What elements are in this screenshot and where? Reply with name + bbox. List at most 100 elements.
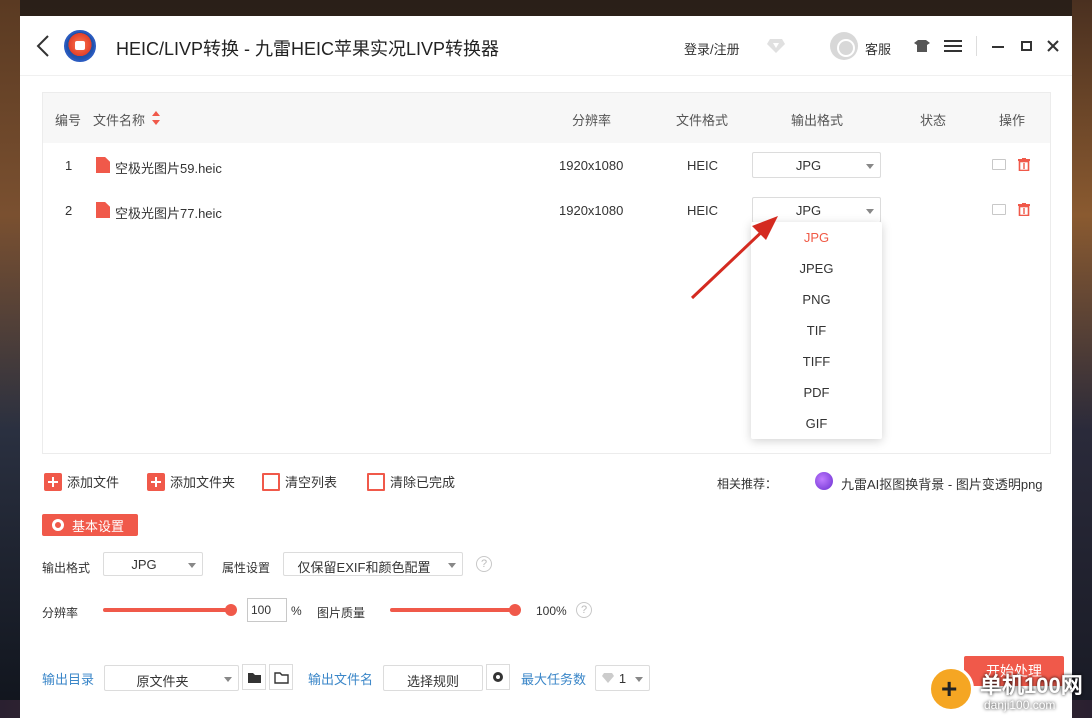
open-output-folder-button[interactable] xyxy=(269,664,293,690)
close-icon[interactable] xyxy=(1046,39,1060,53)
clear-done-button[interactable]: 清除已完成 xyxy=(367,472,455,491)
table-header: 编号 文件名称 分辨率 文件格式 输出格式 状态 操作 xyxy=(43,93,1050,143)
skin-shirt-icon[interactable] xyxy=(914,39,930,53)
customer-service-icon[interactable] xyxy=(830,32,858,60)
minimize-icon[interactable] xyxy=(992,46,1004,48)
select-rule-label: 选择规则 xyxy=(406,674,459,689)
dropdown-option[interactable]: JPEG xyxy=(751,253,882,284)
open-folder-icon[interactable] xyxy=(992,204,1006,215)
quality-slider[interactable] xyxy=(390,604,521,616)
folder-icon xyxy=(248,673,261,683)
chevron-down-icon xyxy=(635,677,643,682)
login-register-link[interactable]: 登录/注册 xyxy=(684,39,740,58)
bottom-bar: 输出目录 原文件夹 输出文件名 选择规则 最大任务数 1 开始处理 xyxy=(20,656,1072,718)
dropdown-option[interactable]: JPG xyxy=(751,222,882,253)
header-actions: 操作 xyxy=(999,113,1026,128)
header-resolution: 分辨率 xyxy=(572,113,612,128)
chevron-down-icon xyxy=(866,164,874,169)
output-dir-label: 输出目录 xyxy=(42,672,95,687)
header-status: 状态 xyxy=(920,113,947,128)
add-folder-icon xyxy=(147,472,165,491)
help-icon[interactable]: ? xyxy=(476,556,492,572)
rule-settings-button[interactable] xyxy=(486,664,510,690)
dropdown-option[interactable]: PDF xyxy=(751,377,882,408)
header-filename[interactable]: 文件名称 xyxy=(93,110,145,129)
clear-list-button[interactable]: 清空列表 xyxy=(262,472,337,491)
sort-icon[interactable] xyxy=(151,110,161,126)
chevron-down-icon xyxy=(448,563,456,568)
resolution-unit: % xyxy=(291,604,302,618)
recommend-link[interactable]: 九雷AI抠图换背景 - 图片变透明png xyxy=(841,474,1043,493)
dropdown-option[interactable]: PNG xyxy=(751,284,882,315)
header-file-format: 文件格式 xyxy=(676,113,729,128)
dropdown-option[interactable]: GIF xyxy=(751,408,882,439)
add-file-button[interactable]: 添加文件 xyxy=(44,472,119,491)
row-index: 2 xyxy=(65,203,73,218)
output-format-value: JPG xyxy=(131,557,157,572)
action-bar: 添加文件 添加文件夹 清空列表 清除已完成 相关推荐： 九雷AI抠图换背景 - … xyxy=(42,468,1052,496)
table-row[interactable]: 1 空极光图片59.heic 1920x1080 HEIC JPG xyxy=(43,143,1050,188)
file-table: 编号 文件名称 分辨率 文件格式 输出格式 状态 操作 1 空极光图片59.he… xyxy=(42,92,1051,454)
attr-setting-value: 仅保留EXIF和颜色配置 xyxy=(297,560,431,575)
resolution-label: 分辨率 xyxy=(42,606,79,620)
delete-icon[interactable] xyxy=(1018,203,1030,216)
back-arrow-icon[interactable] xyxy=(34,34,54,58)
open-folder-icon[interactable] xyxy=(992,159,1006,170)
app-window: HEIC/LIVP转换 - 九雷HEIC苹果实况LIVP转换器 登录/注册 客服… xyxy=(20,16,1072,718)
app-logo xyxy=(64,30,96,62)
output-name-label: 输出文件名 xyxy=(308,672,374,687)
maximize-icon[interactable] xyxy=(1021,41,1032,51)
row-format: HEIC xyxy=(687,203,719,218)
attr-setting-select[interactable]: 仅保留EXIF和颜色配置 xyxy=(283,552,463,576)
window-title: HEIC/LIVP转换 - 九雷HEIC苹果实况LIVP转换器 xyxy=(116,39,500,59)
row-index: 1 xyxy=(65,158,73,173)
row-output-format-value: JPG xyxy=(795,158,822,173)
row-filename: 空极光图片59.heic xyxy=(115,161,222,176)
header-output-format: 输出格式 xyxy=(791,113,844,128)
site-watermark: 单机100网 danji100.com xyxy=(924,660,1092,718)
add-file-label: 添加文件 xyxy=(67,475,120,490)
output-format-dropdown: JPG JPEG PNG TIF TIFF PDF GIF xyxy=(751,222,882,439)
resolution-slider[interactable] xyxy=(103,604,237,616)
file-icon xyxy=(96,157,110,173)
vip-diamond-icon[interactable] xyxy=(766,38,786,54)
help-icon[interactable]: ? xyxy=(576,602,592,618)
gear-icon xyxy=(493,672,503,682)
resolution-slider-thumb[interactable] xyxy=(225,604,237,616)
add-folder-label: 添加文件夹 xyxy=(170,475,236,490)
output-format-select[interactable]: JPG xyxy=(103,552,203,576)
max-tasks-select[interactable]: 1 xyxy=(595,665,650,691)
add-folder-button[interactable]: 添加文件夹 xyxy=(147,472,235,491)
watermark-title: 单机100网 xyxy=(980,673,1083,698)
trash-icon xyxy=(367,472,385,491)
file-icon xyxy=(96,202,110,218)
diamond-icon xyxy=(602,673,614,683)
output-dir-select[interactable]: 原文件夹 xyxy=(104,665,239,691)
watermark-logo xyxy=(928,666,974,712)
clear-done-label: 清除已完成 xyxy=(390,475,456,490)
recommend-app-icon[interactable] xyxy=(815,472,833,490)
row-filename: 空极光图片77.heic xyxy=(115,206,222,221)
table-row[interactable]: 2 空极光图片77.heic 1920x1080 HEIC JPG xyxy=(43,188,1050,233)
select-rule-button[interactable]: 选择规则 xyxy=(383,665,483,691)
row-output-format-select[interactable]: JPG xyxy=(752,152,881,178)
recommend-label: 相关推荐： xyxy=(717,477,778,491)
row-output-format-select[interactable]: JPG xyxy=(752,197,881,223)
title-bar: HEIC/LIVP转换 - 九雷HEIC苹果实况LIVP转换器 登录/注册 客服 xyxy=(20,16,1072,76)
output-dir-value: 原文件夹 xyxy=(136,674,189,689)
add-file-icon xyxy=(44,472,62,491)
browse-folder-button[interactable] xyxy=(242,664,266,690)
delete-icon[interactable] xyxy=(1018,158,1030,171)
menu-icon[interactable] xyxy=(944,38,962,54)
basic-settings-button[interactable]: 基本设置 xyxy=(42,514,138,536)
resolution-input[interactable]: 100 xyxy=(247,598,287,622)
max-tasks-label: 最大任务数 xyxy=(521,672,587,687)
quality-slider-thumb[interactable] xyxy=(509,604,521,616)
chevron-down-icon xyxy=(224,677,232,682)
output-format-label: 输出格式 xyxy=(42,561,91,575)
dropdown-option[interactable]: TIFF xyxy=(751,346,882,377)
max-tasks-value: 1 xyxy=(618,671,627,686)
row-resolution: 1920x1080 xyxy=(559,158,624,173)
dropdown-option[interactable]: TIF xyxy=(751,315,882,346)
customer-service-label[interactable]: 客服 xyxy=(865,39,891,58)
